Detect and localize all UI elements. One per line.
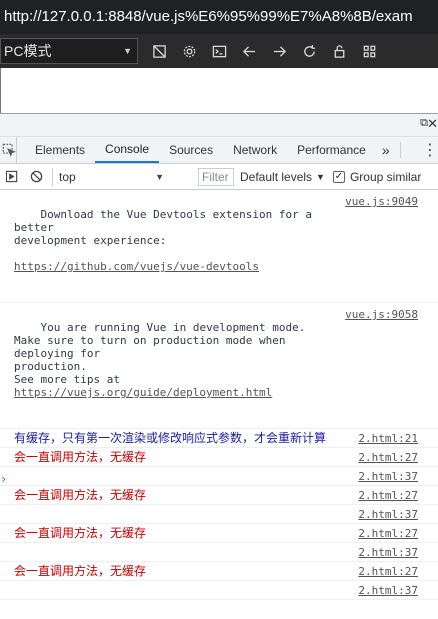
page-viewport [0, 68, 438, 113]
sidebar-toggle-icon[interactable] [0, 170, 24, 183]
browser-toolbar: PC模式 ▼ [0, 34, 438, 68]
gear-icon[interactable] [174, 37, 204, 65]
source-link[interactable]: 2.html:27 [358, 524, 418, 543]
source-link[interactable]: 2.html:37 [358, 581, 418, 600]
log-line: 有缓存，只有第一次渲染或修改响应式参数，才会重新计算 2.html:21 [0, 429, 438, 448]
log-text: 有缓存，只有第一次渲染或修改响应式参数，才会重新计算 [14, 431, 327, 445]
log-text: 会一直调用方法，无缓存 [14, 488, 147, 502]
message-text: You are running Vue in development mode.… [14, 321, 306, 386]
log-text: 会一直调用方法，无缓存 [14, 564, 147, 578]
tab-elements[interactable]: Elements [25, 137, 95, 163]
log-line: 2.html:37 [0, 543, 438, 562]
context-select-label: top [59, 169, 76, 184]
log-levels-label: Default levels [240, 169, 313, 184]
console-messages: Download the Vue Devtools extension for … [0, 190, 438, 619]
reload-icon[interactable] [294, 37, 324, 65]
chevron-down-icon: ▼ [316, 171, 325, 182]
console-message: Download the Vue Devtools extension for … [0, 190, 438, 303]
console-prompt[interactable]: › [0, 472, 7, 486]
console-message: You are running Vue in development mode.… [0, 303, 438, 429]
screenshot-icon[interactable] [144, 37, 174, 65]
tab-network[interactable]: Network [223, 137, 287, 163]
tab-console[interactable]: Console [95, 137, 160, 163]
tab-performance[interactable]: Performance [287, 137, 376, 163]
devtools-tabbar: Elements Console Sources Network Perform… [0, 137, 438, 164]
more-tabs-button[interactable]: » [376, 137, 396, 163]
inspect-element-icon[interactable] [0, 137, 17, 163]
source-link[interactable]: 2.html:37 [358, 467, 418, 486]
log-levels-dropdown[interactable]: Default levels ▼ [240, 170, 325, 184]
source-link[interactable]: 2.html:27 [358, 486, 418, 505]
devtools-titlebar: ⧉ ✕ [0, 113, 438, 137]
console-toolbar: top ▼ Filter Default levels ▼ ✓ Group si… [0, 164, 438, 190]
mode-dropdown-label: PC模式 [4, 43, 52, 59]
group-similar-label: Group similar [349, 169, 422, 184]
deployment-link[interactable]: https://vuejs.org/guide/deployment.html [14, 386, 272, 399]
source-link[interactable]: vue.js:9058 [345, 308, 418, 321]
log-line: 2.html:37 [0, 581, 438, 600]
log-line: 会一直调用方法，无缓存 2.html:27 [0, 486, 438, 505]
log-line: 会一直调用方法，无缓存 2.html:27 [0, 524, 438, 543]
source-link[interactable]: 2.html:21 [358, 429, 418, 448]
log-line: 2.html:37 [0, 505, 438, 524]
kebab-menu-icon[interactable]: ⋮ [422, 137, 438, 163]
source-link[interactable]: 2.html:37 [358, 505, 418, 524]
log-line: 2.html:37 [0, 467, 438, 486]
log-line: 会一直调用方法，无缓存 2.html:27 [0, 448, 438, 467]
context-select[interactable]: top ▼ [52, 167, 170, 186]
chevron-down-icon: ▼ [123, 46, 132, 56]
devtools-link[interactable]: https://github.com/vuejs/vue-devtools [14, 260, 259, 273]
group-similar-toggle[interactable]: ✓ Group similar [332, 169, 422, 184]
grid-icon[interactable] [354, 37, 384, 65]
mode-dropdown[interactable]: PC模式 ▼ [0, 38, 138, 64]
source-link[interactable]: 2.html:27 [358, 448, 418, 467]
filter-input[interactable]: Filter [198, 167, 234, 186]
address-bar[interactable]: http://127.0.0.1:8848/vue.js%E6%95%99%E7… [0, 0, 438, 34]
log-text: 会一直调用方法，无缓存 [14, 526, 147, 540]
log-line: 会一直调用方法，无缓存 2.html:27 [0, 562, 438, 581]
clear-console-icon[interactable] [24, 170, 48, 183]
lock-icon[interactable] [324, 37, 354, 65]
source-link[interactable]: 2.html:27 [358, 562, 418, 581]
source-link[interactable]: 2.html:37 [358, 543, 418, 562]
source-link[interactable]: vue.js:9049 [345, 195, 418, 208]
terminal-icon[interactable] [204, 37, 234, 65]
log-text: 会一直调用方法，无缓存 [14, 450, 147, 464]
close-icon[interactable]: ✕ [427, 116, 438, 132]
message-text: Download the Vue Devtools extension for … [14, 208, 313, 247]
checkbox-checked-icon[interactable]: ✓ [332, 170, 345, 183]
back-arrow-icon[interactable] [234, 37, 264, 65]
tab-sources[interactable]: Sources [159, 137, 223, 163]
chevron-down-icon: ▼ [155, 171, 164, 182]
forward-arrow-icon[interactable] [264, 37, 294, 65]
